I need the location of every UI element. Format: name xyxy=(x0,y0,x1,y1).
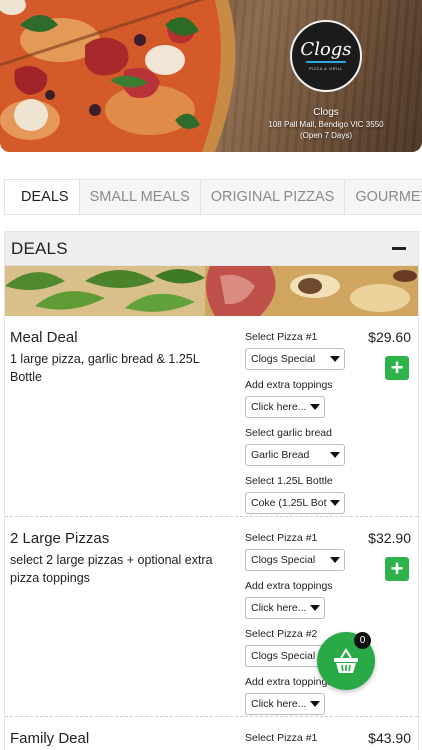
section-title: DEALS xyxy=(11,238,68,258)
option-label: Add extra toppings xyxy=(245,580,333,592)
extra-toppings-select[interactable]: Click here... xyxy=(245,396,325,418)
dropdown-caret-icon xyxy=(310,605,320,611)
dropdown-caret-icon xyxy=(330,356,340,362)
section-header[interactable]: DEALS xyxy=(5,232,418,266)
option-label: Select Pizza #1 xyxy=(245,532,318,544)
dropdown-caret-icon xyxy=(310,701,320,707)
option-label: Select garlic bread xyxy=(245,427,332,439)
item-price: $29.60 xyxy=(368,329,411,345)
add-to-cart-button[interactable]: + xyxy=(385,356,409,380)
tab-original-pizzas[interactable]: ORIGINAL PIZZAS xyxy=(201,180,346,214)
basket-icon xyxy=(334,648,358,673)
header-banner: Clogs PIZZA & GRILL Clogs 108 Pall Mall,… xyxy=(0,0,422,152)
item-name: 2 Large Pizzas xyxy=(10,530,110,547)
option-label: Select 1.25L Bottle xyxy=(245,475,333,487)
bottle-select[interactable]: Coke (1.25L Bottle) xyxy=(245,492,345,514)
select-value: Click here... xyxy=(251,602,307,614)
category-tabs: DEALS SMALL MEALS ORIGINAL PIZZAS GOURME… xyxy=(4,179,422,215)
select-value: Garlic Bread xyxy=(251,449,310,461)
dropdown-caret-icon xyxy=(330,500,340,506)
select-value: Clogs Special xyxy=(251,353,316,365)
item-name: Meal Deal xyxy=(10,329,78,346)
select-value: Coke (1.25L Bottle) xyxy=(251,497,327,509)
extra-toppings-2-select[interactable]: Click here... xyxy=(245,693,325,715)
item-options: Select Pizza #1 Clogs Special Add extra … xyxy=(245,330,355,522)
venue-address: 108 Pall Mall, Bendigo VIC 3550 xyxy=(268,120,384,129)
logo-tagline: PIZZA & GRILL xyxy=(308,66,344,71)
tab-small-meals[interactable]: SMALL MEALS xyxy=(80,180,201,214)
dropdown-caret-icon xyxy=(330,557,340,563)
collapse-icon[interactable] xyxy=(392,247,406,250)
menu-item-meal-deal: Meal Deal 1 large pizza, garlic bread & … xyxy=(5,316,418,517)
item-description: select 2 large pizzas + optional extra p… xyxy=(10,553,213,585)
tab-deals[interactable]: DEALS xyxy=(5,180,80,214)
basket-count-badge: 0 xyxy=(354,632,371,649)
dropdown-caret-icon xyxy=(310,404,320,410)
item-options: Select Pizza #1 Clogs Special Add extra … xyxy=(245,531,355,723)
item-options: Select Pizza #1 xyxy=(245,731,355,745)
option-label: Select Pizza #1 xyxy=(245,732,318,744)
dropdown-caret-icon xyxy=(330,452,340,458)
select-value: Clogs Special xyxy=(251,554,316,566)
select-value: Clogs Special xyxy=(251,650,316,662)
garlic-bread-select[interactable]: Garlic Bread xyxy=(245,444,345,466)
select-value: Click here... xyxy=(251,401,307,413)
item-name: Family Deal xyxy=(10,730,90,747)
item-description: 1 large pizza, garlic bread & 1.25L Bott… xyxy=(10,352,200,384)
add-to-cart-button[interactable]: + xyxy=(385,557,409,581)
menu-item-family-deal: Family Deal Select Pizza #1 $43.90 xyxy=(5,717,418,750)
section-banner-image xyxy=(5,266,418,316)
venue-info: Clogs 108 Pall Mall, Bendigo VIC 3550 (O… xyxy=(250,107,402,141)
item-price: $32.90 xyxy=(368,530,411,546)
option-label: Add extra toppings xyxy=(245,379,333,391)
pizza-1-select[interactable]: Clogs Special xyxy=(245,549,345,571)
item-price: $43.90 xyxy=(368,730,411,746)
venue-hours: (Open 7 Days) xyxy=(299,131,353,140)
logo-swoosh xyxy=(306,61,346,63)
pizza-1-select[interactable]: Clogs Special xyxy=(245,348,345,370)
select-value: Click here... xyxy=(251,698,307,710)
brand-logo: Clogs PIZZA & GRILL xyxy=(290,20,362,92)
extra-toppings-select[interactable]: Click here... xyxy=(245,597,325,619)
option-label: Select Pizza #1 xyxy=(245,331,318,343)
venue-name: Clogs xyxy=(313,107,339,118)
logo-text: Clogs xyxy=(300,39,352,60)
tab-gourmet-pizzas[interactable]: GOURMET P xyxy=(345,180,422,214)
